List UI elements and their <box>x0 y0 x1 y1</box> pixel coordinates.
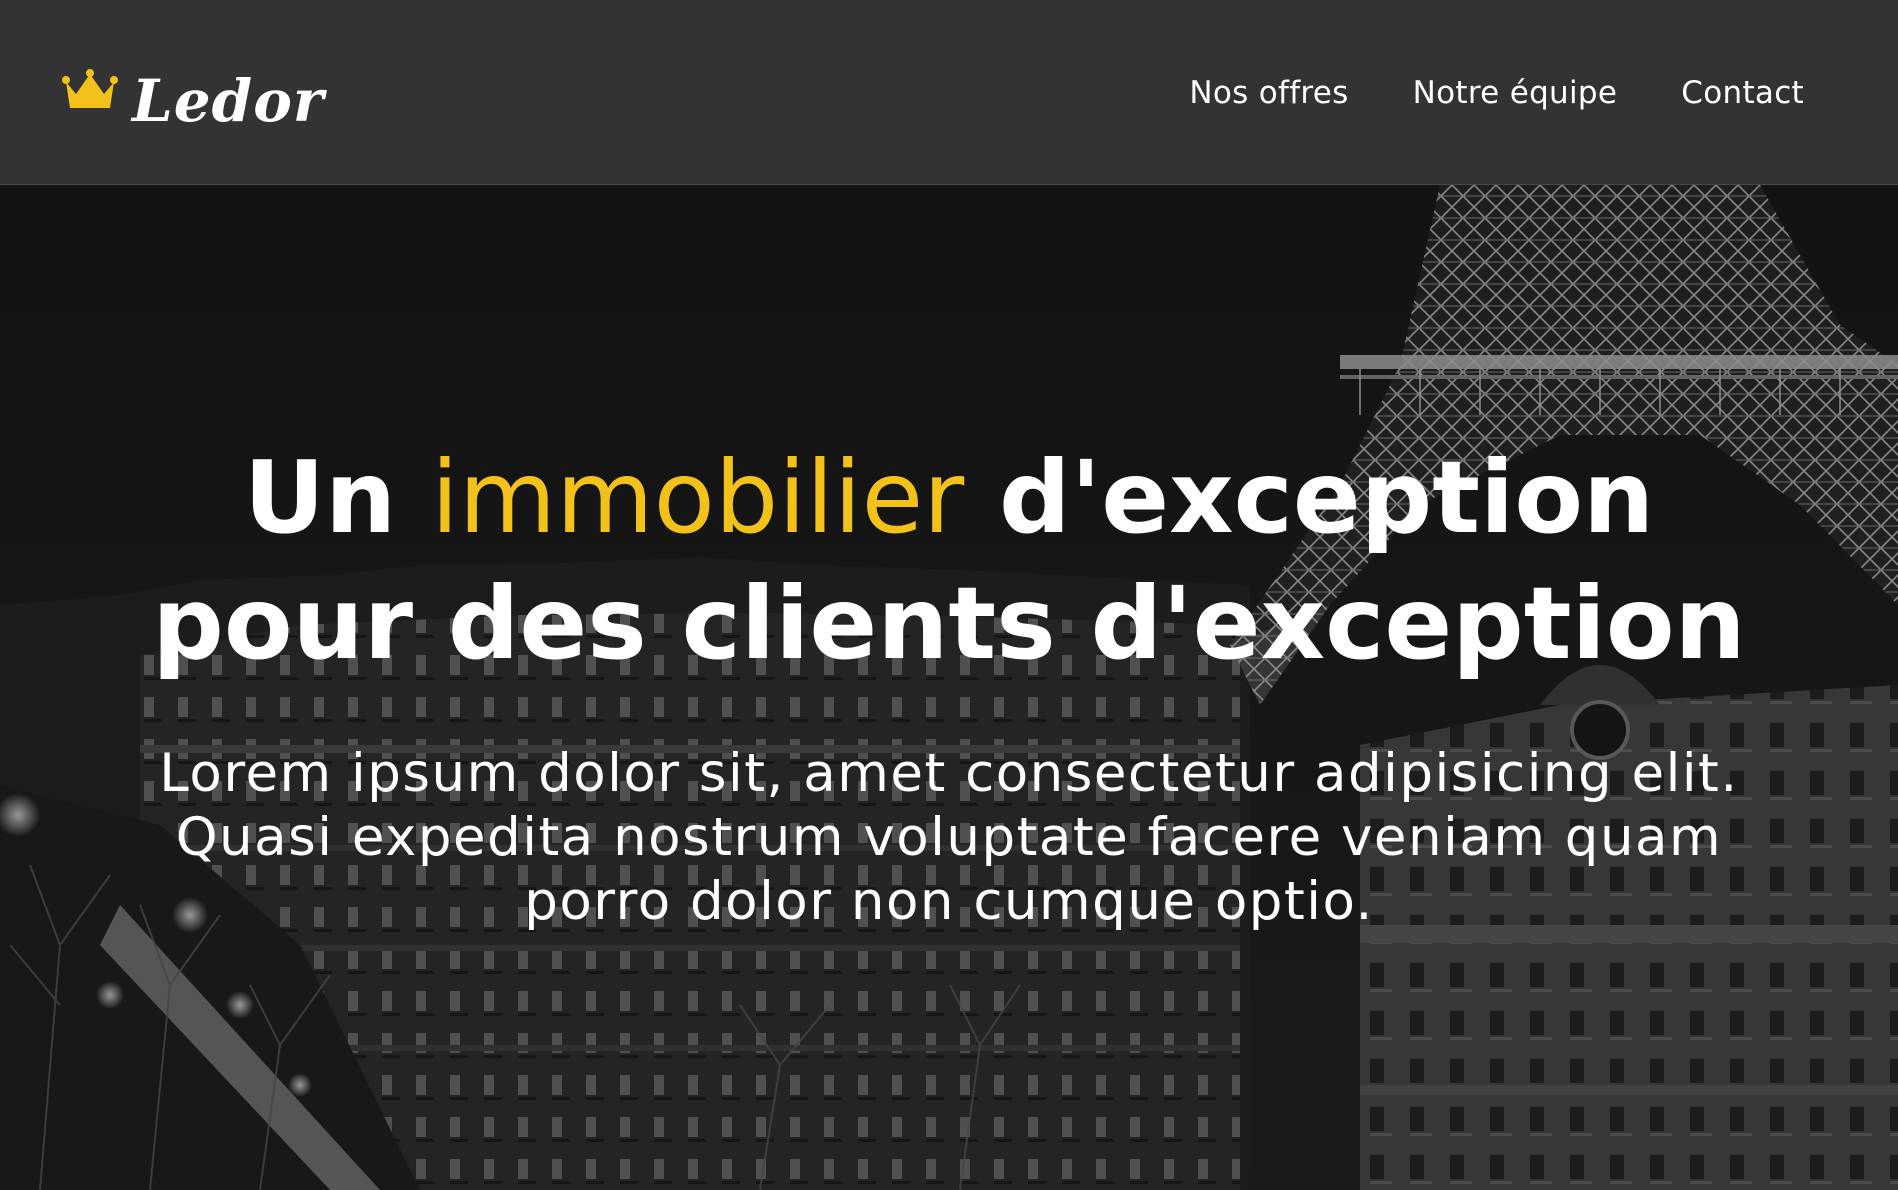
nav-link-contact[interactable]: Contact <box>1681 70 1804 116</box>
hero-subtitle: Lorem ipsum dolor sit, amet consectetur … <box>159 743 1739 932</box>
nav-link-equipe[interactable]: Notre équipe <box>1413 70 1618 116</box>
nav-link-offres[interactable]: Nos offres <box>1189 70 1348 116</box>
main-nav: Nos offres Notre équipe Contact <box>1189 70 1804 116</box>
hero-title-part1: Un <box>243 439 431 556</box>
hero-title-accent: immobilier <box>430 439 965 556</box>
logo-link[interactable]: Ledor <box>62 66 324 136</box>
landing-page: Ledor Nos offres Notre équipe Contact Un… <box>0 0 1898 1190</box>
hero-content: Un immobilier d'exception pour des clien… <box>0 435 1898 934</box>
hero-title: Un immobilier d'exception pour des clien… <box>99 435 1799 687</box>
site-header: Ledor Nos offres Notre équipe Contact <box>0 0 1898 185</box>
brand-name: Ledor <box>132 67 325 135</box>
hero-section: Un immobilier d'exception pour des clien… <box>0 185 1898 1190</box>
crown-icon <box>62 69 118 108</box>
